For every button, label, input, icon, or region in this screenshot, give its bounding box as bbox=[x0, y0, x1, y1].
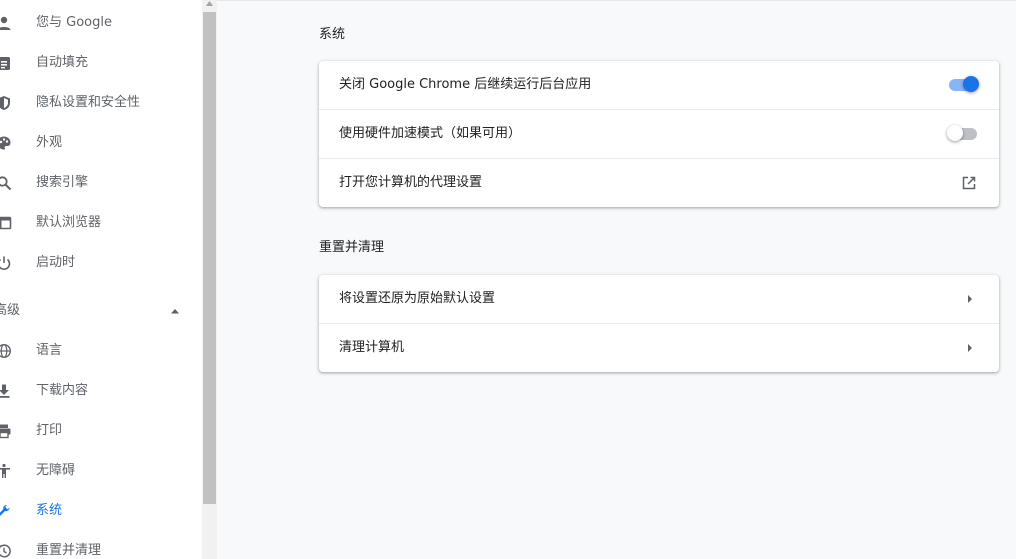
restore-defaults-row[interactable]: 将设置还原为原始默认设置 bbox=[319, 275, 999, 323]
sidebar-item-printing[interactable]: 打印 bbox=[0, 411, 202, 451]
sidebar-item-label: 系统 bbox=[36, 503, 63, 518]
palette-icon bbox=[0, 136, 11, 150]
system-card: 关闭 Google Chrome 后继续运行后台应用 使用硬件加速模式（如果可用… bbox=[319, 61, 999, 207]
sidebar: 您与 Google 自动填充 隐私设置和安全性 外观 搜索引擎 默认浏览器 启动… bbox=[0, 0, 202, 559]
sidebar-item-label: 外观 bbox=[36, 135, 63, 150]
sidebar-item-label: 默认浏览器 bbox=[36, 215, 102, 230]
advanced-section-toggle[interactable]: 高级 bbox=[0, 291, 202, 331]
row-label: 使用硬件加速模式（如果可用） bbox=[339, 126, 522, 141]
sidebar-item-search-engine[interactable]: 搜索引擎 bbox=[0, 163, 202, 203]
row-label: 打开您计算机的代理设置 bbox=[339, 175, 483, 190]
hardware-acceleration-toggle[interactable] bbox=[947, 125, 977, 141]
sidebar-item-autofill[interactable]: 自动填充 bbox=[0, 43, 202, 83]
scrollbar-thumb[interactable] bbox=[203, 12, 216, 504]
sidebar-item-label: 搜索引擎 bbox=[36, 175, 89, 190]
row-label: 关闭 Google Chrome 后继续运行后台应用 bbox=[339, 77, 592, 92]
sidebar-item-label: 您与 Google bbox=[36, 15, 112, 30]
sidebar-item-privacy[interactable]: 隐私设置和安全性 bbox=[0, 83, 202, 123]
top-divider bbox=[217, 0, 1016, 1]
printer-icon bbox=[0, 424, 11, 439]
sidebar-item-label: 启动时 bbox=[36, 255, 76, 270]
sidebar-item-accessibility[interactable]: 无障碍 bbox=[0, 451, 202, 491]
chevron-right-icon bbox=[968, 295, 972, 303]
hardware-acceleration-row[interactable]: 使用硬件加速模式（如果可用） bbox=[319, 109, 999, 158]
sidebar-item-languages[interactable]: 语言 bbox=[0, 331, 202, 371]
proxy-settings-row[interactable]: 打开您计算机的代理设置 bbox=[319, 158, 999, 207]
row-label: 将设置还原为原始默认设置 bbox=[339, 291, 496, 306]
sidebar-item-label: 隐私设置和安全性 bbox=[36, 95, 141, 110]
scroll-up-arrow-icon[interactable] bbox=[206, 1, 213, 6]
wrench-icon bbox=[0, 504, 10, 516]
sidebar-item-you-and-google[interactable]: 您与 Google bbox=[0, 3, 202, 43]
person-icon bbox=[0, 16, 11, 30]
sidebar-item-label: 自动填充 bbox=[36, 55, 89, 70]
sidebar-item-on-startup[interactable]: 启动时 bbox=[0, 243, 202, 283]
toggle-knob bbox=[963, 76, 979, 92]
background-apps-row[interactable]: 关闭 Google Chrome 后继续运行后台应用 bbox=[319, 61, 999, 109]
sidebar-item-system[interactable]: 系统 bbox=[0, 491, 202, 531]
reset-card: 将设置还原为原始默认设置 清理计算机 bbox=[319, 275, 999, 372]
external-link-icon[interactable] bbox=[961, 175, 977, 191]
globe-icon bbox=[0, 344, 11, 358]
download-icon bbox=[0, 384, 10, 398]
background-apps-toggle[interactable] bbox=[949, 76, 979, 92]
settings-window: 您与 Google 自动填充 隐私设置和安全性 外观 搜索引擎 默认浏览器 启动… bbox=[0, 0, 1016, 559]
sidebar-item-default-browser[interactable]: 默认浏览器 bbox=[0, 203, 202, 243]
caret-up-icon bbox=[171, 309, 179, 314]
system-section-title: 系统 bbox=[319, 27, 346, 42]
sidebar-item-label: 语言 bbox=[36, 343, 63, 358]
shield-icon bbox=[0, 96, 10, 110]
toggle-knob bbox=[947, 125, 963, 141]
reset-section-title: 重置并清理 bbox=[319, 240, 385, 255]
cleanup-computer-row[interactable]: 清理计算机 bbox=[319, 323, 999, 372]
sidebar-item-label: 重置并清理 bbox=[36, 543, 102, 558]
chevron-right-icon bbox=[968, 344, 972, 352]
search-icon bbox=[0, 176, 12, 191]
sidebar-scrollbar[interactable] bbox=[202, 0, 217, 559]
advanced-label: 高级 bbox=[0, 303, 21, 318]
accessibility-icon bbox=[0, 463, 10, 478]
sidebar-item-downloads[interactable]: 下载内容 bbox=[0, 371, 202, 411]
sidebar-item-reset[interactable]: 重置并清理 bbox=[0, 531, 202, 559]
sidebar-item-appearance[interactable]: 外观 bbox=[0, 123, 202, 163]
sidebar-item-label: 打印 bbox=[36, 423, 63, 438]
sidebar-item-label: 无障碍 bbox=[36, 463, 76, 478]
browser-icon bbox=[0, 216, 12, 230]
sidebar-item-label: 下载内容 bbox=[36, 383, 89, 398]
row-label: 清理计算机 bbox=[339, 340, 405, 355]
power-icon bbox=[0, 256, 11, 271]
clipboard-icon bbox=[0, 57, 10, 70]
history-icon bbox=[0, 544, 11, 558]
